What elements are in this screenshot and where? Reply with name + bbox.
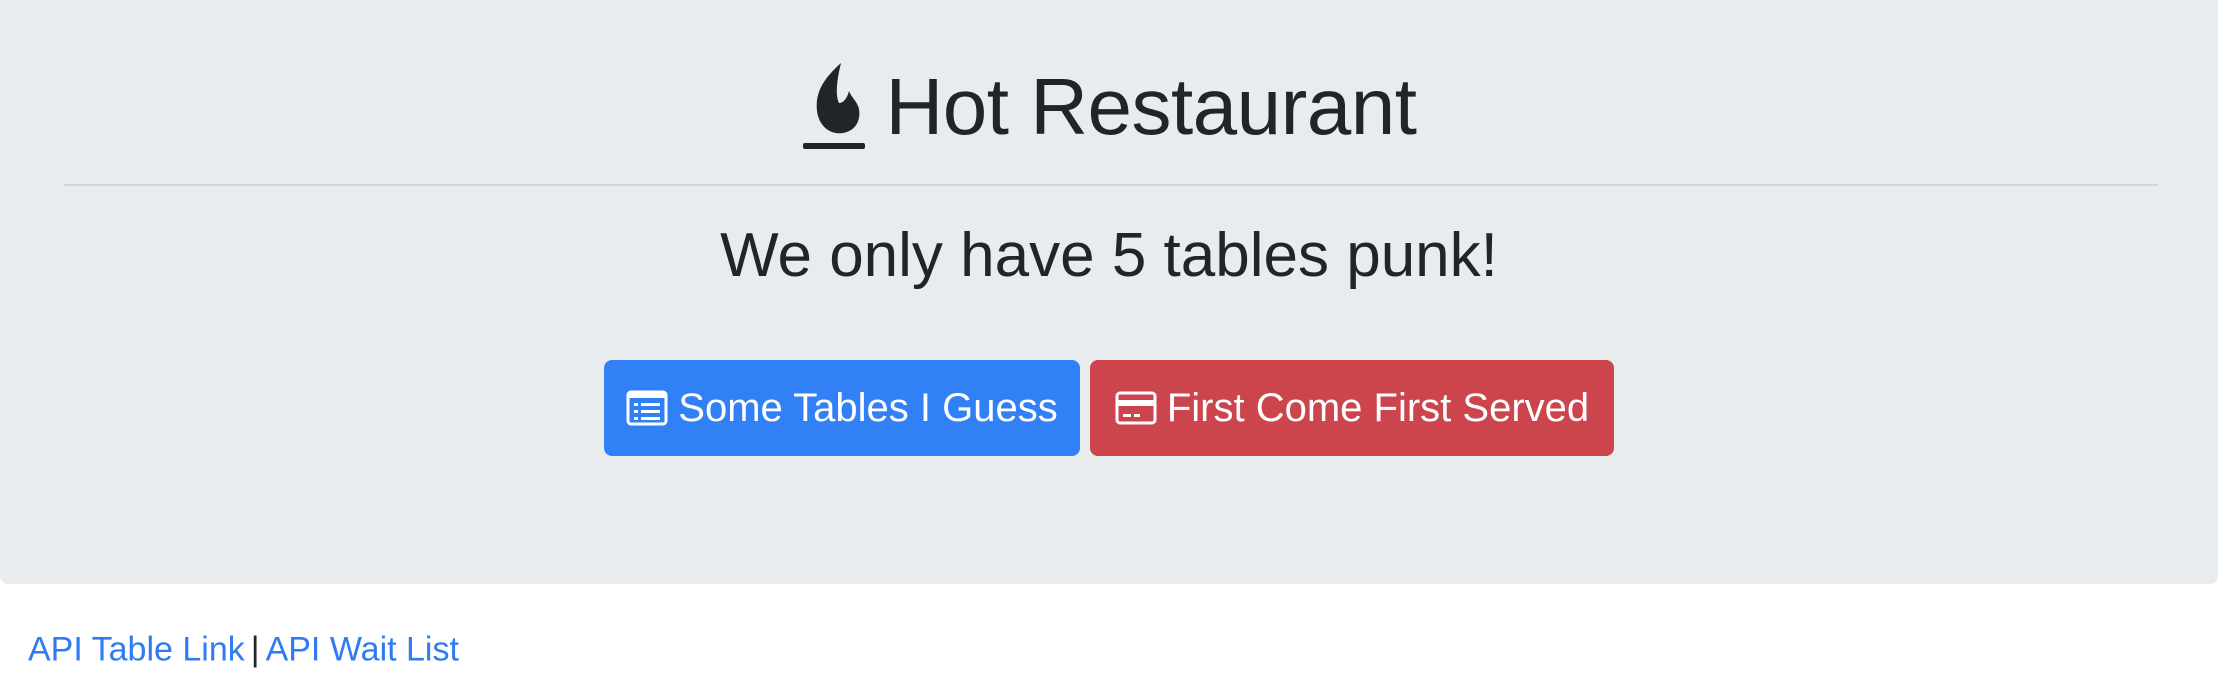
make-reservation-button[interactable]: First Come First Served <box>1090 360 1614 456</box>
link-separator: | <box>250 630 260 669</box>
api-wait-list-link[interactable]: API Wait List <box>266 631 459 669</box>
view-tables-label: Some Tables I Guess <box>678 386 1058 430</box>
list-alt-icon <box>626 390 668 426</box>
subtitle: We only have 5 tables punk! <box>720 221 1498 290</box>
fire-icon <box>801 59 867 155</box>
jumbotron: Hot Restaurant We only have 5 tables pun… <box>0 0 2218 584</box>
api-table-link[interactable]: API Table Link <box>28 631 245 669</box>
page-title: Hot Restaurant <box>0 52 2218 162</box>
make-reservation-label: First Come First Served <box>1166 386 1590 430</box>
footer-links: API Table Link | API Wait List <box>28 630 459 671</box>
credit-card-icon <box>1115 390 1157 426</box>
divider <box>64 184 2158 186</box>
title-text: Hot Restaurant <box>885 62 1417 151</box>
view-tables-button[interactable]: Some Tables I Guess <box>604 360 1080 456</box>
